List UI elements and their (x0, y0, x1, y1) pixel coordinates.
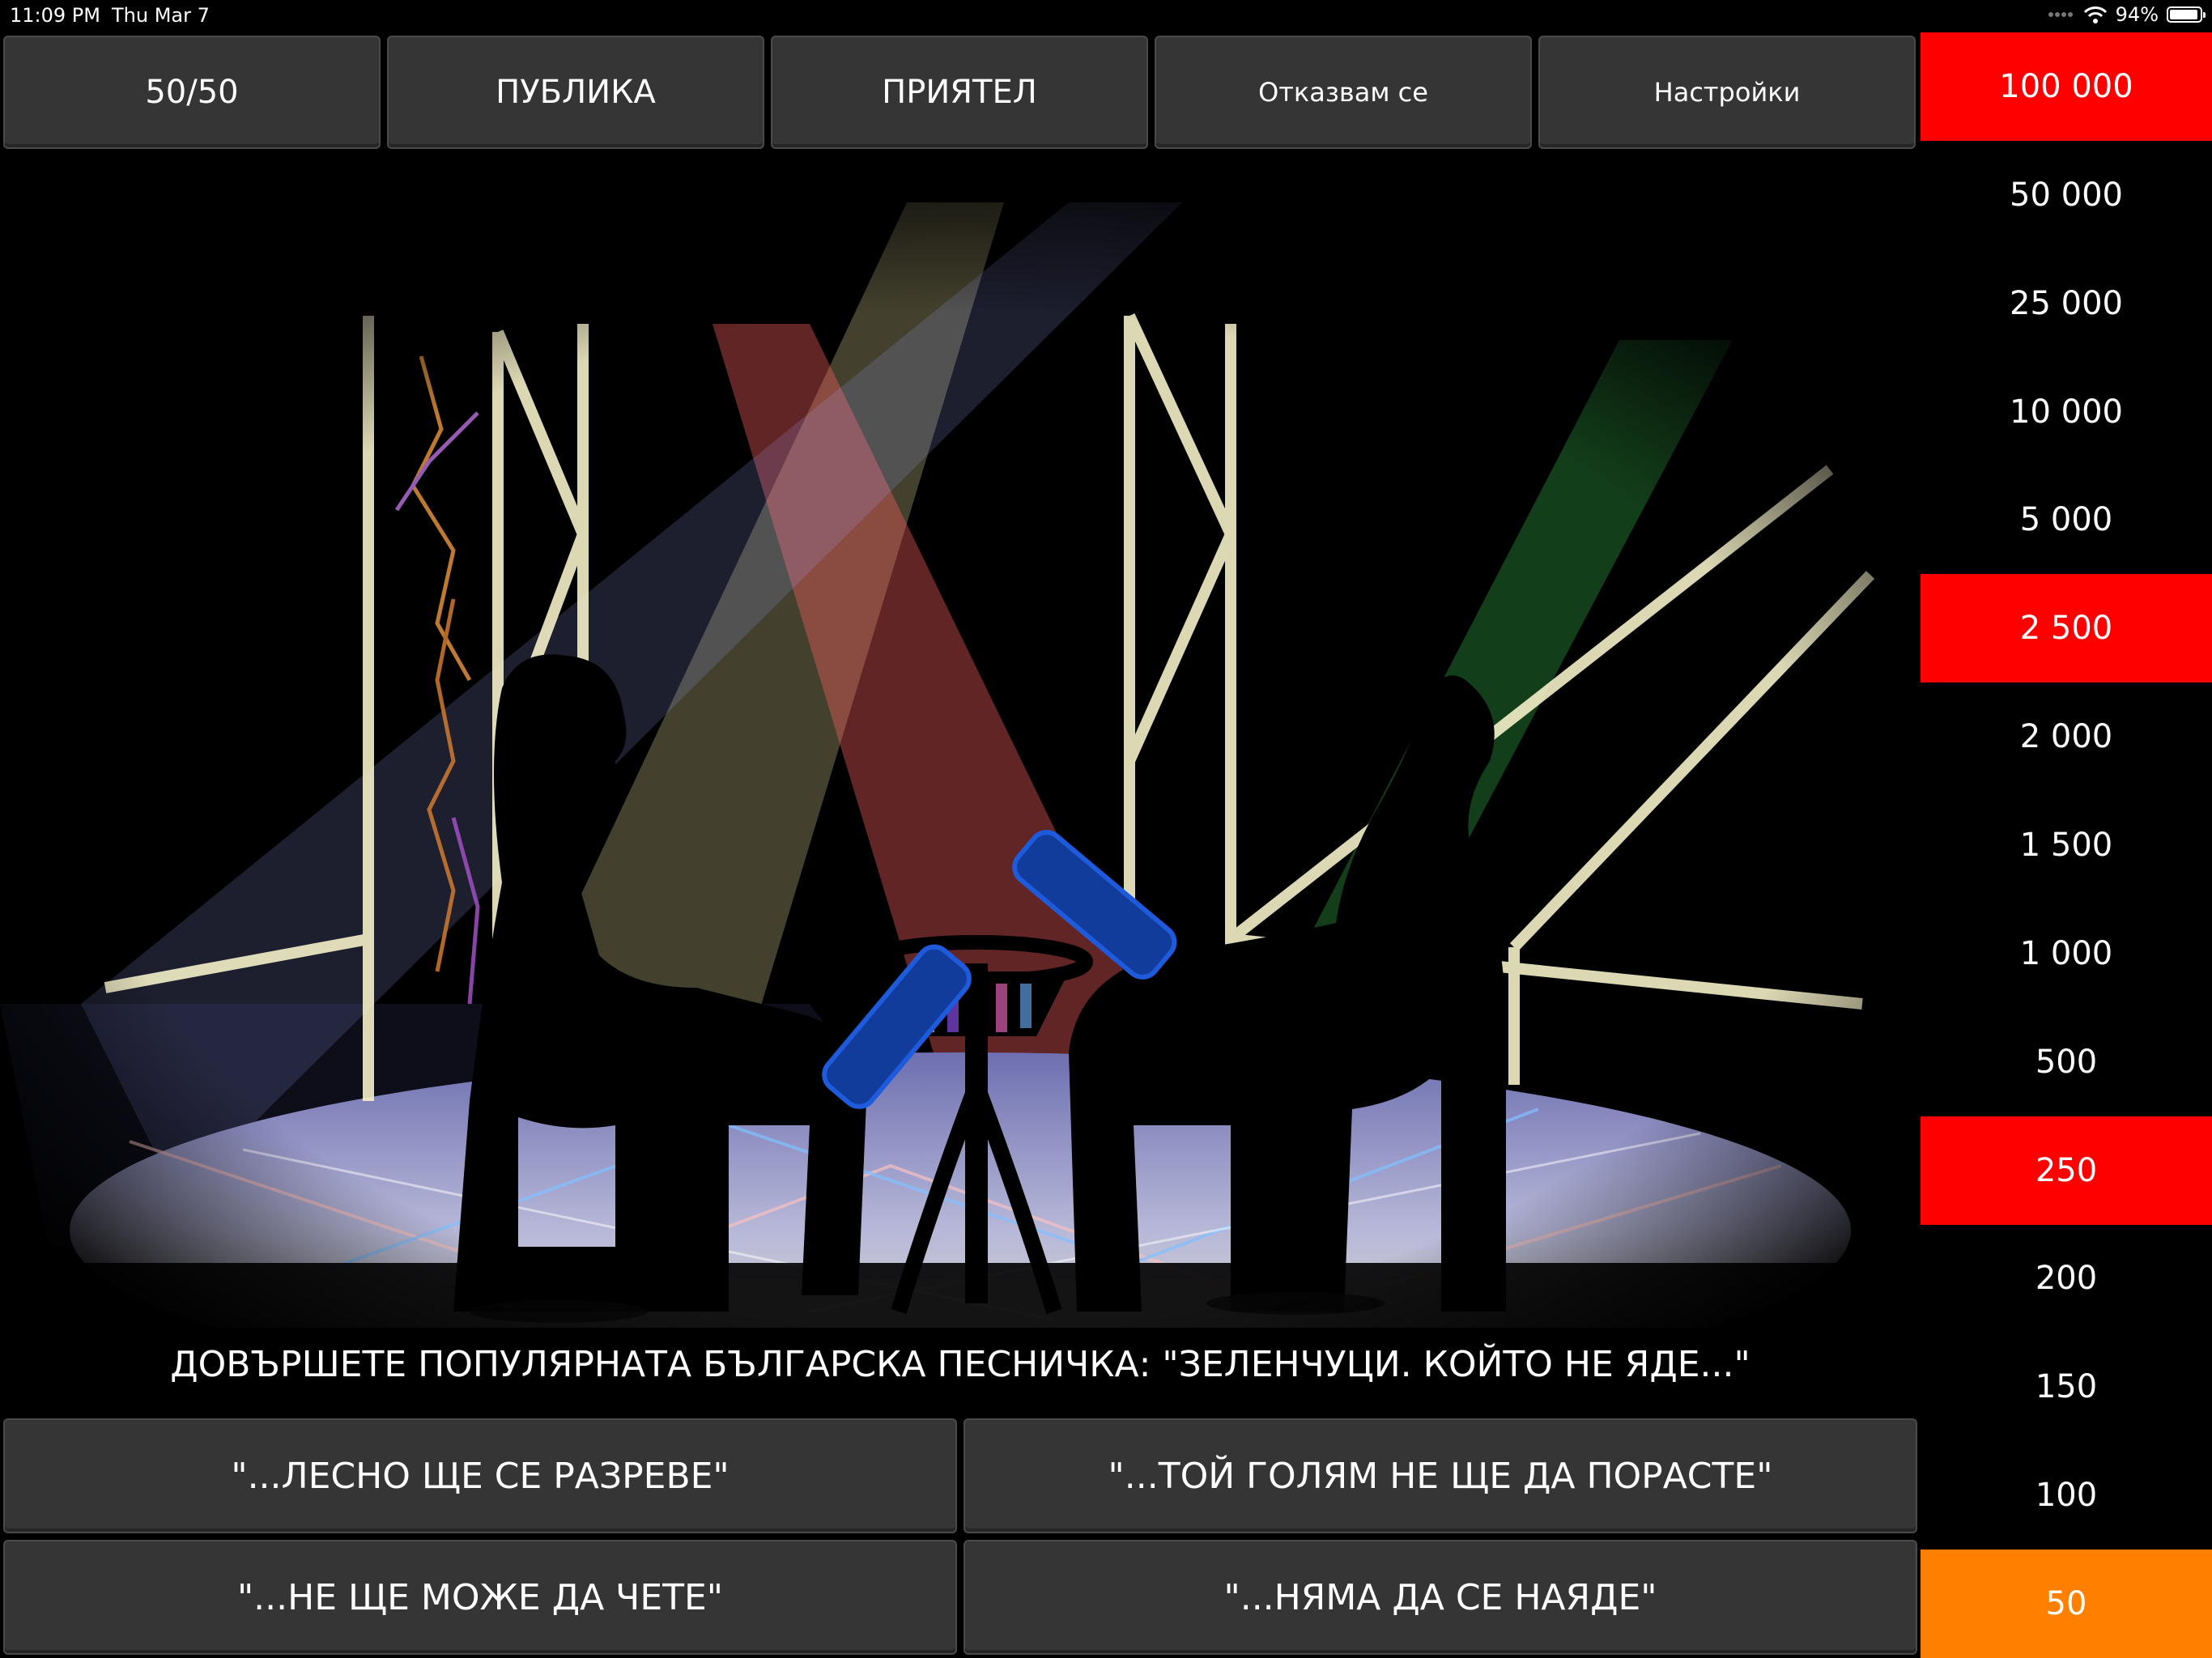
prize-level: 150 (2035, 1368, 2098, 1406)
battery-percent: 94% (2115, 3, 2159, 26)
status-bar: 11:09 PM Thu Mar 7 94% (0, 0, 2212, 32)
friend-button[interactable]: ПРИЯТЕЛ (771, 36, 1148, 149)
prize-level: 100 000 (1921, 32, 2212, 141)
battery-icon (2167, 6, 2206, 23)
prize-level: 2 500 (1921, 574, 2212, 683)
answer-a-button[interactable]: "...ЛЕСНО ЩЕ СЕ РАЗРЕВЕ" (3, 1418, 957, 1533)
prize-level: 500 (2035, 1043, 2098, 1081)
audience-button[interactable]: ПУБЛИКА (387, 36, 764, 149)
wifi-icon (2083, 6, 2107, 23)
answer-c-button[interactable]: "...НЕ ЩЕ МОЖЕ ДА ЧЕТЕ" (3, 1540, 957, 1655)
prize-ladder: 100 000 50 000 25 000 10 000 5 000 2 500 2 000… (1921, 32, 2212, 1658)
signal-dots-icon (2048, 12, 2073, 17)
prize-level: 25 000 (2010, 284, 2123, 322)
answer-b-button[interactable]: "...ТОЙ ГОЛЯМ НЕ ЩЕ ДА ПОРАСТЕ" (963, 1418, 1917, 1533)
question-text: ДОВЪРШЕТЕ ПОПУЛЯРНАТА БЪЛГАРСКА ПЕСНИЧКА… (170, 1343, 1750, 1385)
prize-level: 10 000 (2010, 393, 2123, 431)
prize-level: 5 000 (2019, 501, 2113, 539)
status-time: 11:09 PM (10, 4, 100, 27)
status-date: Thu Mar 7 (112, 4, 210, 27)
prize-level: 50 000 (2010, 176, 2123, 214)
fifty-fifty-button[interactable]: 50/50 (3, 36, 381, 149)
status-right: 94% (2048, 3, 2206, 26)
studio-stage-image (0, 194, 1921, 1328)
answer-d-button[interactable]: "...НЯМА ДА СЕ НАЯДЕ" (963, 1540, 1917, 1655)
prize-level: 200 (2035, 1260, 2098, 1298)
prize-level: 100 (2035, 1477, 2098, 1515)
prize-level: 2 000 (2019, 718, 2113, 756)
prize-level: 1 500 (2019, 826, 2113, 864)
prize-level: 250 (1921, 1116, 2212, 1225)
prize-level: 50 (1921, 1550, 2212, 1658)
quit-button[interactable]: Отказвам се (1155, 36, 1532, 149)
prize-level: 1 000 (2019, 934, 2113, 972)
settings-button[interactable]: Настройки (1538, 36, 1916, 149)
